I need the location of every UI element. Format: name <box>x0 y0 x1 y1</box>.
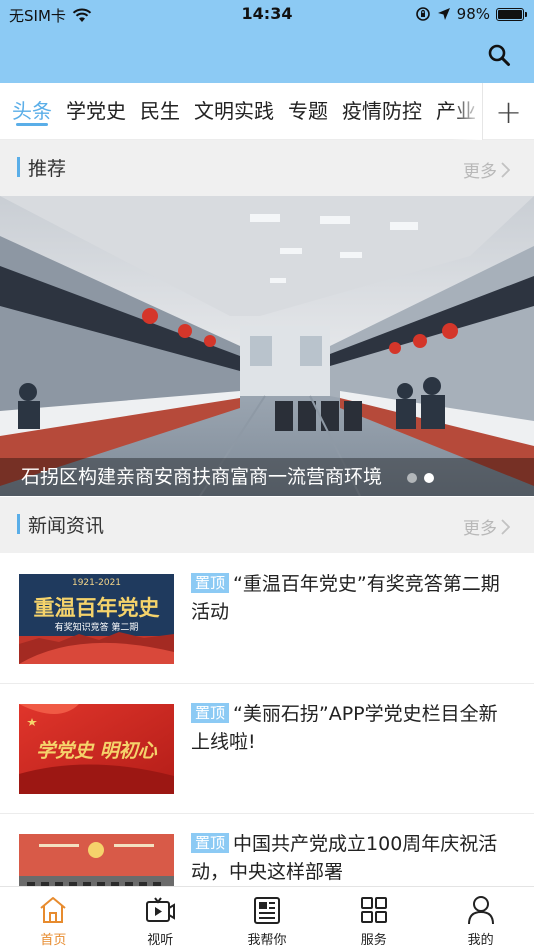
nav-help-label: 我帮你 <box>247 933 287 948</box>
tab-3[interactable]: 文明实践 <box>194 83 274 140</box>
add-channel-button[interactable]: + <box>482 83 534 140</box>
news-headline: “美丽石拐”APP学党史栏目全新上线啦! <box>191 703 498 753</box>
nav-services[interactable]: 服务 <box>320 887 427 950</box>
bottom-nav: 首页 视听 我帮你 服务 我的 <box>0 886 534 950</box>
orientation-lock-icon <box>415 7 430 21</box>
news-item[interactable]: 学党史 明初心 置顶 “美丽石拐”APP学党史栏目全新上线啦! <box>0 684 534 814</box>
pinned-badge: 置顶 <box>191 833 230 853</box>
tab-0[interactable]: 头条 <box>12 83 52 140</box>
tv-icon <box>146 897 176 922</box>
news-title: 新闻资讯 <box>28 515 105 537</box>
search-icon <box>488 44 510 66</box>
banner-caption: 石拐区构建亲商安商扶商富商一流营商环境 <box>0 458 534 496</box>
nav-mine[interactable]: 我的 <box>427 887 534 950</box>
newspaper-icon <box>253 897 280 924</box>
banner-dot[interactable] <box>407 473 417 483</box>
nav-help[interactable]: 我帮你 <box>214 887 321 950</box>
recommend-title: 推荐 <box>28 158 67 180</box>
news-thumbnail: 学党史 明初心 <box>19 704 174 794</box>
tab-2[interactable]: 民生 <box>140 83 180 140</box>
chevron-right-icon <box>501 161 510 178</box>
home-icon <box>40 897 67 923</box>
tab-4[interactable]: 专题 <box>288 83 328 140</box>
pinned-badge: 置顶 <box>191 703 230 723</box>
tab-1[interactable]: 学党史 <box>66 83 126 140</box>
news-section-header: 新闻资讯 更多 <box>0 497 534 553</box>
search-button[interactable] <box>484 40 514 70</box>
battery-percent: 98% <box>456 5 490 23</box>
news-headline: 中国共产党成立100周年庆祝活动，中央这样部署 <box>191 833 498 883</box>
pinned-badge: 置顶 <box>191 573 230 593</box>
nav-mine-label: 我的 <box>467 933 494 948</box>
channel-tabs: 头条学党史民生文明实践专题疫情防控产业 + <box>0 83 534 140</box>
banner-pagination <box>407 473 434 483</box>
user-icon <box>467 896 494 925</box>
plus-icon: + <box>495 92 522 131</box>
recommend-section-header: 推荐 更多 <box>0 140 534 196</box>
location-icon <box>437 8 450 20</box>
news-headline: “重温百年党史”有奖竞答第二期活动 <box>191 573 500 623</box>
nav-services-label: 服务 <box>360 933 387 948</box>
tab-5[interactable]: 疫情防控 <box>342 83 422 140</box>
app-header: 无SIM卡 14:34 98% <box>0 0 534 83</box>
channel-tab-list[interactable]: 头条学党史民生文明实践专题疫情防控产业 <box>0 83 482 140</box>
chevron-right-icon <box>501 518 510 535</box>
news-thumbnail: 1921-2021 重温百年党史 有奖知识竞答 第二期 <box>19 574 174 664</box>
status-bar: 无SIM卡 14:34 98% <box>0 0 534 30</box>
battery-icon <box>496 7 527 21</box>
banner-dot[interactable] <box>424 473 434 483</box>
recommend-more-link[interactable]: 更多 <box>463 157 510 182</box>
news-item[interactable]: 1921-2021 重温百年党史 有奖知识竞答 第二期 置顶 “重温百年党史”有奖… <box>0 554 534 684</box>
grid-icon <box>360 897 387 923</box>
nav-av[interactable]: 视听 <box>107 887 214 950</box>
recommend-banner[interactable]: 石拐区构建亲商安商扶商富商一流营商环境 <box>0 196 534 496</box>
nav-home-label: 首页 <box>40 933 67 948</box>
nav-home[interactable]: 首页 <box>0 887 107 950</box>
banner-image <box>0 196 534 496</box>
news-more-link[interactable]: 更多 <box>463 514 510 539</box>
nav-av-label: 视听 <box>147 933 174 948</box>
